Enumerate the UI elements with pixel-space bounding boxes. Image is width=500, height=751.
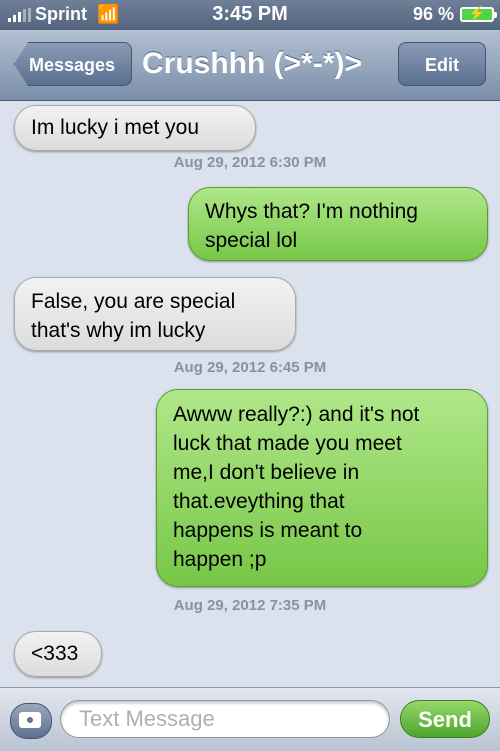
message-line: special lol (205, 229, 298, 252)
outgoing-message: Whys that? I'm nothing special lol (188, 187, 488, 261)
incoming-message: <333 (14, 631, 102, 677)
message-timestamp: Aug 29, 2012 7:35 PM (173, 597, 327, 614)
conversation-title: Crushhh (>*-*)> (142, 47, 363, 80)
edit-button[interactable]: Edit (398, 42, 486, 86)
message-input-bar: Send (0, 687, 500, 751)
message-timestamp: Aug 29, 2012 6:45 PM (173, 359, 327, 376)
incoming-message: False, you are special that's why im luc… (14, 277, 296, 351)
outgoing-message: Awww really?:) and it's not luck that ma… (156, 389, 488, 587)
battery-charging-icon: ⚡ (460, 5, 497, 22)
battery-percent: 96 % (412, 4, 454, 24)
battery-indicator: 96 % ⚡ (412, 4, 497, 25)
message-line: False, you are special (31, 290, 236, 313)
message-line: luck that made you meet (173, 432, 402, 455)
conversation-area[interactable]: Im lucky i met you Aug 29, 2012 6:30 PM … (0, 101, 500, 687)
camera-icon[interactable] (10, 703, 52, 739)
message-timestamp: Aug 29, 2012 6:30 PM (173, 154, 327, 171)
text-message-input[interactable] (60, 700, 390, 738)
message-line: Awww really?:) and it's not (173, 403, 420, 426)
message-line: that's why im lucky (31, 319, 206, 342)
message-line: happens is meant to (173, 519, 363, 542)
nav-bar: Messages Crushhh (>*-*)> Edit (0, 30, 500, 101)
message-line: Whys that? I'm nothing (205, 200, 418, 223)
status-bar: Sprint 📶 3:45 PM 96 % ⚡ (0, 0, 500, 30)
messages-back-button[interactable]: Messages (14, 42, 132, 86)
incoming-message: Im lucky i met you (14, 105, 256, 151)
message-line: happen ;p (173, 548, 267, 571)
message-line: that.eveything that (173, 490, 345, 513)
message-line: me,I don't believe in (173, 461, 360, 484)
send-button[interactable]: Send (400, 700, 490, 738)
